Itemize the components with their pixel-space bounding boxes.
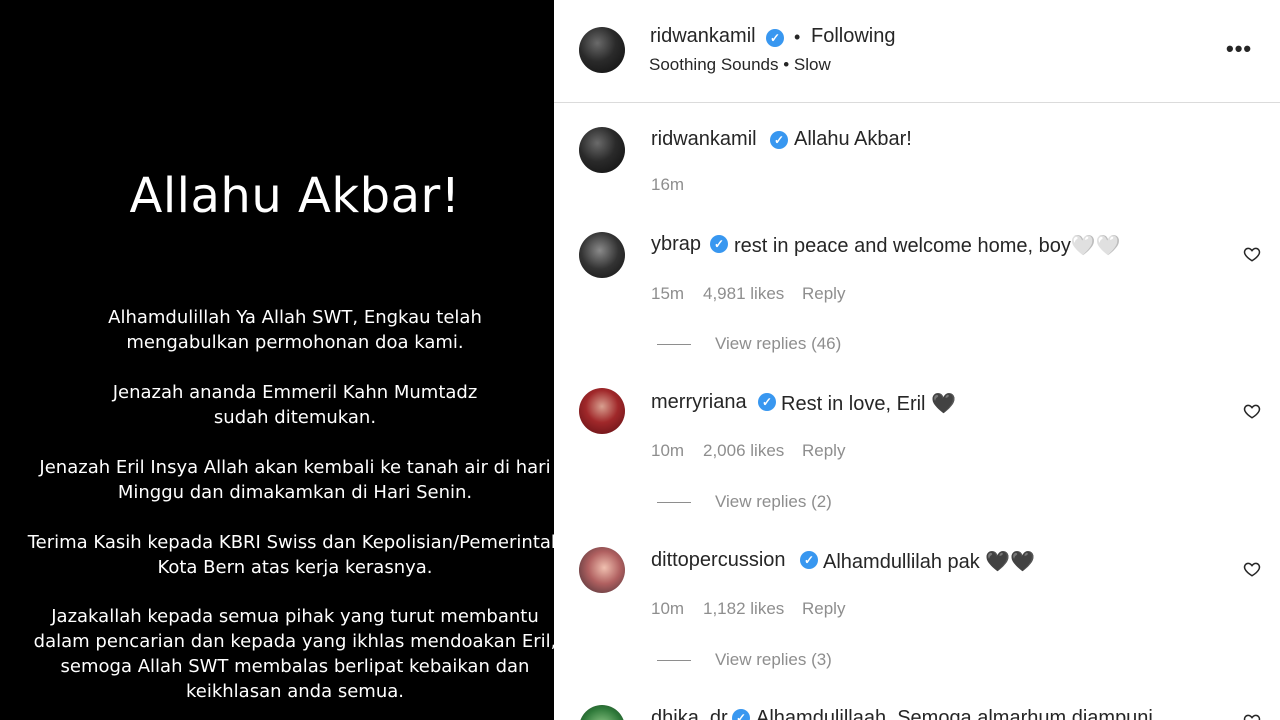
view-replies-button[interactable]: View replies (46) [715,334,841,354]
comments-panel: ridwankamil ✓ • Following Soothing Sound… [554,0,1280,720]
verified-badge-icon: ✓ [732,709,750,720]
comment-text: Rest in love, Eril 🖤 [781,393,956,415]
comment-likes[interactable]: 4,981 likes [703,284,784,304]
post-image[interactable]: Allahu Akbar! Alhamdulillah Ya Allah SWT… [0,0,562,720]
comment-likes[interactable]: 2,006 likes [703,441,784,461]
post-image-paragraph: Alhamdulillah Ya Allah SWT, Engkau telah… [108,307,482,353]
caption-text: Allahu Akbar! [794,128,912,150]
caption-avatar[interactable] [579,127,625,173]
comment-likes[interactable]: 1,182 likes [703,599,784,619]
commenter-avatar[interactable] [579,232,625,278]
comment-username[interactable]: ybrap [651,233,701,256]
comment-text: Alhamdulillaah. Semoga almarhum diampuni [756,707,1153,720]
verified-badge-icon: ✓ [758,393,776,411]
view-replies-button[interactable]: View replies (2) [715,492,832,512]
heart-outline-icon[interactable] [1243,402,1261,420]
comment-username[interactable]: dhika_dr [651,707,728,720]
caption-time[interactable]: 16m [651,175,684,195]
commenter-avatar[interactable] [579,388,625,434]
heart-outline-icon[interactable] [1243,712,1261,720]
reply-button[interactable]: Reply [802,441,845,461]
view-replies-button[interactable]: View replies (3) [715,650,832,670]
post-image-paragraph: Jazakallah kepada semua pihak yang turut… [33,606,557,702]
post-header: ridwankamil ✓ • Following Soothing Sound… [554,0,1280,103]
comment-text: Alhamdullilah pak 🖤🖤 [823,551,1036,573]
comment-time[interactable]: 10m [651,599,684,619]
replies-divider [657,502,691,503]
commenter-avatar[interactable] [579,705,625,720]
comment-username[interactable]: merryriana [651,391,747,414]
comment-text: rest in peace and welcome home, boy🤍🤍 [734,235,1121,257]
heart-outline-icon[interactable] [1243,560,1261,578]
audio-link[interactable]: Soothing Sounds • Slow [649,55,831,75]
verified-badge-icon: ✓ [710,235,728,253]
verified-badge-icon: ✓ [800,551,818,569]
replies-divider [657,660,691,661]
comment-username[interactable]: dittopercussion [651,549,786,572]
comment-time[interactable]: 10m [651,441,684,461]
more-options-icon[interactable]: ••• [1226,36,1252,62]
comment-time[interactable]: 15m [651,284,684,304]
author-username[interactable]: ridwankamil [650,25,756,48]
verified-badge-icon: ✓ [766,29,784,47]
caption-username[interactable]: ridwankamil [651,128,757,151]
post-image-paragraph: Terima Kasih kepada KBRI Swiss dan Kepol… [27,532,563,578]
header-separator: • [794,27,801,47]
reply-button[interactable]: Reply [802,284,845,304]
verified-badge-icon: ✓ [770,131,788,149]
reply-button[interactable]: Reply [802,599,845,619]
replies-divider [657,344,691,345]
heart-outline-icon[interactable] [1243,245,1261,263]
post-image-headline: Allahu Akbar! [129,168,461,224]
author-avatar[interactable] [579,27,625,73]
following-button[interactable]: Following [811,25,895,48]
commenter-avatar[interactable] [579,547,625,593]
post-image-paragraph: Jenazah ananda Emmeril Kahn Mumtadz suda… [112,382,478,428]
post-image-paragraph: Jenazah Eril Insya Allah akan kembali ke… [39,457,551,503]
